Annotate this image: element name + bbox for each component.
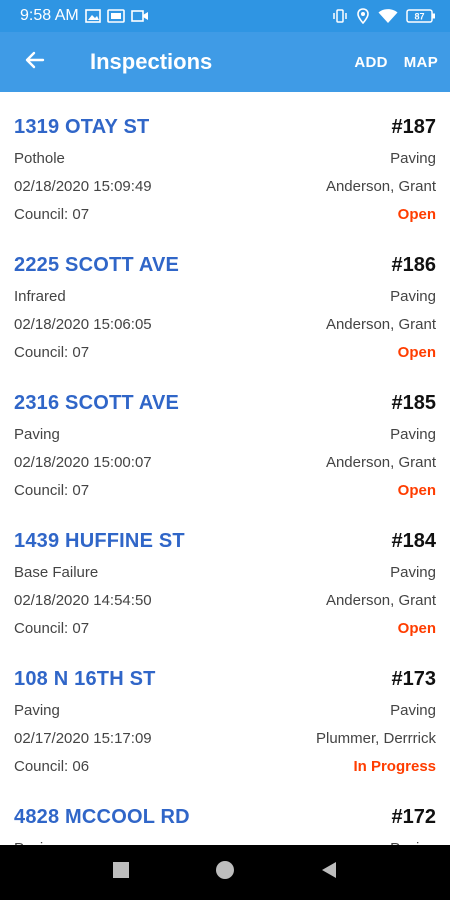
- inspection-item[interactable]: 1319 OTAY ST #187 Pothole Paving 02/18/2…: [0, 92, 450, 230]
- inspection-category: Paving: [390, 150, 436, 167]
- inspection-address: 2316 SCOTT AVE: [14, 392, 180, 414]
- back-button[interactable]: [0, 32, 70, 92]
- inspection-inspector: Anderson, Grant: [325, 454, 436, 471]
- battery-icon: 87: [406, 8, 436, 24]
- status-bar: 9:58 AM 87: [0, 0, 450, 32]
- wifi-icon: [378, 8, 398, 24]
- inspection-council: Council: 06: [14, 758, 90, 775]
- inspection-council: Council: 07: [14, 482, 90, 499]
- inspection-type: Paving: [14, 702, 60, 719]
- inspection-council: Council: 07: [14, 206, 90, 223]
- video-icon: [130, 9, 149, 23]
- inspection-number: #184: [391, 530, 437, 552]
- inspection-datetime: 02/18/2020 15:06:05: [14, 316, 152, 333]
- system-nav-bar: [0, 845, 450, 900]
- inspection-datetime: 02/18/2020 14:54:50: [14, 592, 152, 609]
- app-bar: Inspections ADD MAP: [0, 32, 450, 92]
- inspection-item[interactable]: 4828 MCCOOL RD #172 Paving Paving: [0, 782, 450, 845]
- recents-button[interactable]: [111, 860, 131, 885]
- inspection-type: Pothole: [14, 150, 65, 167]
- inspection-category: Paving: [390, 702, 436, 719]
- inspection-council: Council: 07: [14, 620, 90, 637]
- inspection-type: Infrared: [14, 288, 66, 305]
- inspection-item[interactable]: 2225 SCOTT AVE #186 Infrared Paving 02/1…: [0, 230, 450, 368]
- inspection-address: 1439 HUFFINE ST: [14, 530, 185, 552]
- inspection-inspector: Anderson, Grant: [325, 592, 436, 609]
- home-button[interactable]: [214, 859, 236, 886]
- inspection-number: #172: [391, 806, 437, 828]
- inspection-item[interactable]: 1439 HUFFINE ST #184 Base Failure Paving…: [0, 506, 450, 644]
- inspection-type: Base Failure: [14, 564, 99, 581]
- inspection-list[interactable]: 1319 OTAY ST #187 Pothole Paving 02/18/2…: [0, 92, 450, 845]
- status-badge: Open: [397, 344, 436, 361]
- inspection-inspector: Plummer, Derrrick: [315, 730, 436, 747]
- status-time: 9:58 AM: [20, 7, 79, 24]
- status-badge: Open: [397, 482, 436, 499]
- inspection-item[interactable]: 2316 SCOTT AVE #185 Paving Paving 02/18/…: [0, 368, 450, 506]
- inspection-address: 108 N 16TH ST: [14, 668, 156, 690]
- location-icon: [356, 8, 370, 24]
- inspection-number: #185: [391, 392, 437, 414]
- inspection-council: Council: 07: [14, 344, 90, 361]
- triangle-back-icon: [321, 862, 336, 878]
- photo-icon: [106, 9, 125, 23]
- inspection-inspector: Anderson, Grant: [325, 178, 436, 195]
- inspection-category: Paving: [390, 288, 436, 305]
- back-nav-button[interactable]: [319, 860, 339, 885]
- inspection-address: 4828 MCCOOL RD: [14, 806, 190, 828]
- inspection-category: Paving: [390, 426, 436, 443]
- inspection-number: #187: [391, 116, 437, 138]
- vibrate-icon: [332, 8, 348, 24]
- map-button[interactable]: MAP: [404, 54, 438, 71]
- inspection-number: #173: [391, 668, 437, 690]
- inspection-type: Paving: [14, 426, 60, 443]
- inspection-address: 1319 OTAY ST: [14, 116, 150, 138]
- inspection-inspector: Anderson, Grant: [325, 316, 436, 333]
- circle-icon: [215, 861, 234, 879]
- page-title: Inspections: [90, 49, 213, 74]
- status-badge: In Progress: [353, 758, 436, 775]
- back-arrow-icon: [23, 48, 47, 77]
- status-badge: Open: [397, 620, 436, 637]
- image-icon: [84, 9, 101, 23]
- inspection-datetime: 02/18/2020 15:00:07: [14, 454, 152, 471]
- inspection-number: #186: [391, 254, 437, 276]
- status-badge: Open: [397, 206, 436, 223]
- square-icon: [113, 862, 130, 878]
- inspection-datetime: 02/18/2020 15:09:49: [14, 178, 152, 195]
- battery-level: 87: [414, 12, 424, 22]
- inspection-datetime: 02/17/2020 15:17:09: [14, 730, 152, 747]
- add-button[interactable]: ADD: [354, 54, 387, 71]
- inspection-address: 2225 SCOTT AVE: [14, 254, 180, 276]
- inspection-item[interactable]: 108 N 16TH ST #173 Paving Paving 02/17/2…: [0, 644, 450, 782]
- inspection-category: Paving: [390, 564, 436, 581]
